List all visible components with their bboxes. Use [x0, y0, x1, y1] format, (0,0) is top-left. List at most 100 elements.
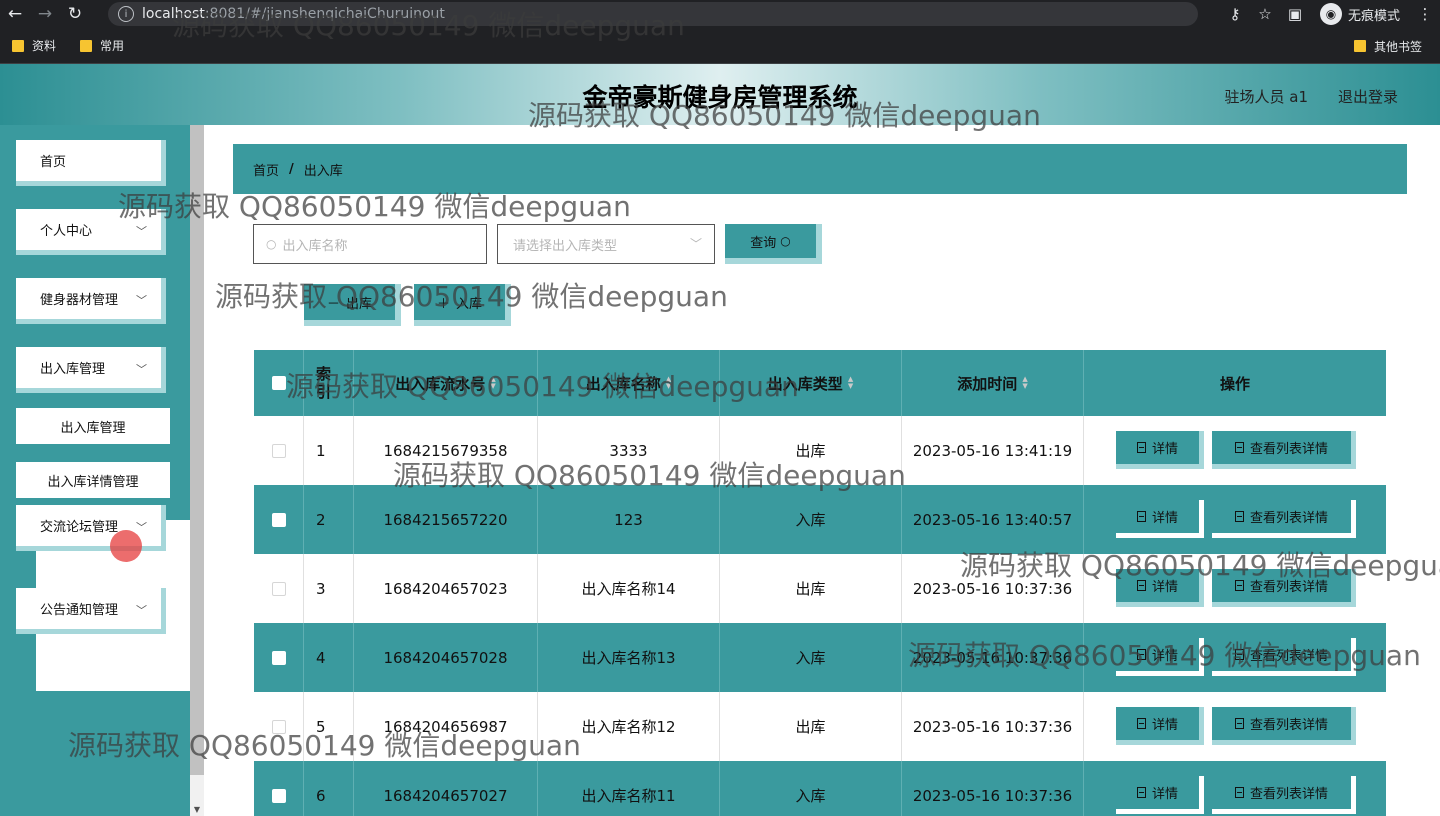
- other-bookmarks[interactable]: 其他书签: [1342, 38, 1434, 55]
- incognito-icon: ◉: [1319, 3, 1342, 25]
- sidebar-item-label: 交流论坛管理: [40, 520, 119, 535]
- bookmarks-bar: 资料 常用 其他书签: [0, 28, 1440, 64]
- detail-button[interactable]: 详情: [1116, 638, 1204, 676]
- scroll-down-icon[interactable]: ▼: [190, 802, 204, 816]
- menu-icon[interactable]: ⋮: [1410, 0, 1440, 28]
- star-icon[interactable]: ☆: [1250, 0, 1280, 28]
- breadcrumb-separator: /: [289, 161, 294, 177]
- header-time[interactable]: 添加时间 ▲ ▼: [902, 350, 1084, 416]
- logout-link[interactable]: 退出登录: [1338, 86, 1398, 107]
- query-label: 查询: [750, 235, 777, 251]
- sidepanel-icon[interactable]: ▣: [1280, 0, 1310, 28]
- sort-icon[interactable]: ▲ ▼: [490, 376, 495, 390]
- list-detail-button[interactable]: 查看列表详情: [1212, 569, 1356, 607]
- detail-button[interactable]: 详情: [1116, 569, 1204, 607]
- sidebar-item-forum[interactable]: 交流论坛管理 ﹀: [16, 505, 166, 551]
- query-button[interactable]: 查询 ○: [725, 224, 822, 264]
- detail-button[interactable]: 详情: [1116, 431, 1204, 469]
- back-icon[interactable]: ←: [0, 0, 30, 28]
- sidebar-item-equipment[interactable]: 健身器材管理 ﹀: [16, 278, 166, 324]
- cell-name: 123: [538, 485, 720, 554]
- minus-icon: －: [326, 296, 340, 312]
- table-row: 3 1684204657023 出入库名称14 出库 2023-05-16 10…: [254, 554, 1386, 623]
- cell-index: 6: [304, 761, 354, 816]
- detail-button[interactable]: 详情: [1116, 707, 1204, 745]
- detail-label: 详情: [1151, 649, 1178, 664]
- row-checkbox[interactable]: [271, 788, 286, 803]
- document-icon: [1234, 580, 1244, 591]
- header-serial[interactable]: 出入库流水号 ▲ ▼: [354, 350, 538, 416]
- list-detail-button[interactable]: 查看列表详情: [1212, 707, 1356, 745]
- sidebar-scrollbar[interactable]: ▼: [190, 125, 204, 816]
- reload-icon[interactable]: ↻: [60, 0, 90, 28]
- search-name-input[interactable]: ○ 出入库名称: [253, 224, 487, 264]
- document-icon: [1136, 580, 1146, 591]
- detail-label: 详情: [1151, 511, 1178, 526]
- forward-icon[interactable]: →: [30, 0, 60, 28]
- type-select[interactable]: 请选择出入库类型 ﹀: [497, 224, 715, 264]
- sidebar-subitem-inventory-detail[interactable]: 出入库详情管理: [16, 462, 170, 498]
- list-detail-button[interactable]: 查看列表详情: [1212, 500, 1356, 538]
- cell-type: 出库: [720, 416, 902, 485]
- list-detail-label: 查看列表详情: [1249, 511, 1328, 526]
- bookmark-label: 其他书签: [1373, 39, 1422, 54]
- header-label: 添加时间: [957, 374, 1018, 393]
- info-icon[interactable]: i: [118, 6, 134, 22]
- cell-type: 入库: [720, 761, 902, 816]
- document-icon: [1136, 442, 1146, 453]
- sidebar-item-inventory[interactable]: 出入库管理 ﹀: [16, 347, 166, 393]
- bookmark-label: 常用: [100, 39, 125, 53]
- stock-in-button[interactable]: ＋ 入库: [414, 284, 511, 326]
- sidebar-item-profile[interactable]: 个人中心 ﹀: [16, 209, 166, 255]
- browser-toolbar: ← → ↻ i localhost:8081/#/jianshenqichaiC…: [0, 0, 1440, 28]
- table-row: 2 1684215657220 123 入库 2023-05-16 13:40:…: [254, 485, 1386, 554]
- document-icon: [1136, 511, 1146, 522]
- row-checkbox[interactable]: [271, 719, 286, 734]
- sidebar-item-notice[interactable]: 公告通知管理 ﹀: [16, 588, 166, 634]
- detail-button[interactable]: 详情: [1116, 776, 1204, 814]
- chevron-down-icon: ﹀: [136, 225, 147, 238]
- row-checkbox[interactable]: [271, 512, 286, 527]
- chevron-down-icon: ﹀: [136, 604, 147, 617]
- select-all-checkbox[interactable]: [271, 376, 286, 390]
- document-icon: [1234, 649, 1244, 660]
- scrollbar-thumb[interactable]: [190, 125, 204, 775]
- breadcrumb-home[interactable]: 首页: [253, 160, 279, 179]
- sort-icon[interactable]: ▲ ▼: [1022, 376, 1027, 390]
- header-type[interactable]: 出入库类型 ▲ ▼: [720, 350, 902, 416]
- sidebar-item-label: 个人中心: [40, 224, 93, 239]
- row-select-cell: [254, 692, 304, 761]
- incognito-label: 无痕模式: [1347, 8, 1400, 24]
- bookmark-folder[interactable]: 资料: [0, 37, 68, 54]
- cell-type: 入库: [720, 623, 902, 692]
- bookmark-folder[interactable]: 常用: [68, 37, 136, 54]
- list-detail-label: 查看列表详情: [1249, 442, 1328, 457]
- select-all-cell: [254, 350, 304, 416]
- list-detail-button[interactable]: 查看列表详情: [1212, 431, 1356, 469]
- list-detail-button[interactable]: 查看列表详情: [1212, 638, 1356, 676]
- sidebar-item-home[interactable]: 首页: [16, 140, 166, 186]
- key-icon[interactable]: ⚷: [1220, 0, 1250, 28]
- click-indicator: [110, 530, 142, 562]
- header-name[interactable]: 出入库名称 ▲ ▼: [538, 350, 720, 416]
- row-checkbox[interactable]: [271, 581, 286, 596]
- current-user: 驻场人员 a1: [1224, 88, 1308, 106]
- sort-icon[interactable]: ▲ ▼: [848, 376, 853, 390]
- detail-button[interactable]: 详情: [1116, 500, 1204, 538]
- list-detail-label: 查看列表详情: [1249, 580, 1328, 595]
- sidebar-subitem-inventory[interactable]: 出入库管理: [16, 408, 170, 444]
- cell-serial: 1684204656987: [354, 692, 538, 761]
- cell-index: 5: [304, 692, 354, 761]
- cell-name: 3333: [538, 416, 720, 485]
- cell-name: 出入库名称12: [538, 692, 720, 761]
- row-checkbox[interactable]: [271, 443, 286, 458]
- address-bar[interactable]: i localhost:8081/#/jianshenqichaiChuruin…: [108, 2, 1198, 26]
- header-label: 出入库流水号: [395, 374, 486, 393]
- row-checkbox[interactable]: [271, 650, 286, 665]
- list-detail-button[interactable]: 查看列表详情: [1212, 776, 1356, 814]
- sort-icon[interactable]: ▲ ▼: [666, 376, 671, 390]
- incognito-indicator[interactable]: ◉ 无痕模式: [1310, 3, 1410, 25]
- chevron-down-icon: ﹀: [136, 521, 147, 534]
- stock-out-button[interactable]: － 出库: [304, 284, 401, 326]
- detail-label: 详情: [1151, 718, 1178, 733]
